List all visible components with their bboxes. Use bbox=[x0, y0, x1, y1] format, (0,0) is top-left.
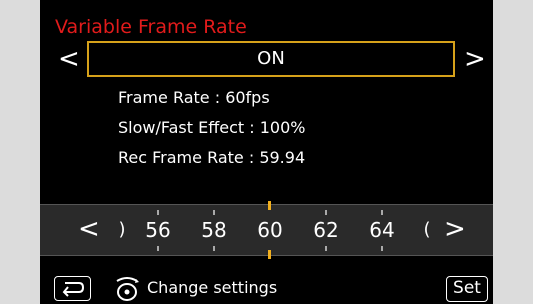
dial-tick bbox=[157, 246, 159, 251]
dial-right-arrow[interactable]: > bbox=[444, 214, 466, 244]
set-button[interactable]: Set bbox=[446, 276, 488, 302]
dial-partial-value-left: ) bbox=[118, 219, 126, 240]
dial-tick bbox=[381, 246, 383, 251]
dial-tick bbox=[325, 210, 327, 215]
return-icon bbox=[62, 282, 85, 297]
dial-value: 64 bbox=[369, 218, 395, 242]
change-settings-label: Change settings bbox=[147, 278, 278, 297]
dial-top-line bbox=[40, 204, 493, 205]
previous-option-arrow[interactable]: < bbox=[58, 44, 80, 74]
dial-value: 58 bbox=[201, 218, 227, 242]
back-button[interactable] bbox=[54, 276, 91, 301]
rec-frame-rate-info: Rec Frame Rate : 59.94 bbox=[118, 148, 306, 167]
dial-partial-value-right: ( bbox=[423, 219, 431, 240]
dial-value: 62 bbox=[313, 218, 339, 242]
dial-value-selected: 60 bbox=[257, 218, 283, 242]
dial-left-arrow[interactable]: < bbox=[78, 214, 100, 244]
frame-rate-info: Frame Rate : 60fps bbox=[118, 88, 270, 107]
selected-marker-top bbox=[268, 201, 271, 210]
dial-value: 56 bbox=[145, 218, 171, 242]
selected-marker-bottom bbox=[268, 250, 271, 259]
slow-fast-effect-info: Slow/Fast Effect : 100% bbox=[118, 118, 306, 137]
dial-bottom-line bbox=[40, 255, 493, 256]
dial-tick bbox=[381, 210, 383, 215]
dial-tick bbox=[325, 246, 327, 251]
dial-tick bbox=[213, 210, 215, 215]
dial-icon bbox=[116, 277, 139, 301]
dial-tick bbox=[157, 210, 159, 215]
option-value-box[interactable]: ON bbox=[87, 41, 455, 77]
dial-tick bbox=[213, 246, 215, 251]
menu-title: Variable Frame Rate bbox=[55, 16, 247, 38]
next-option-arrow[interactable]: > bbox=[464, 44, 486, 74]
camera-menu-screen: Variable Frame Rate < ON > Frame Rate : … bbox=[40, 0, 493, 304]
